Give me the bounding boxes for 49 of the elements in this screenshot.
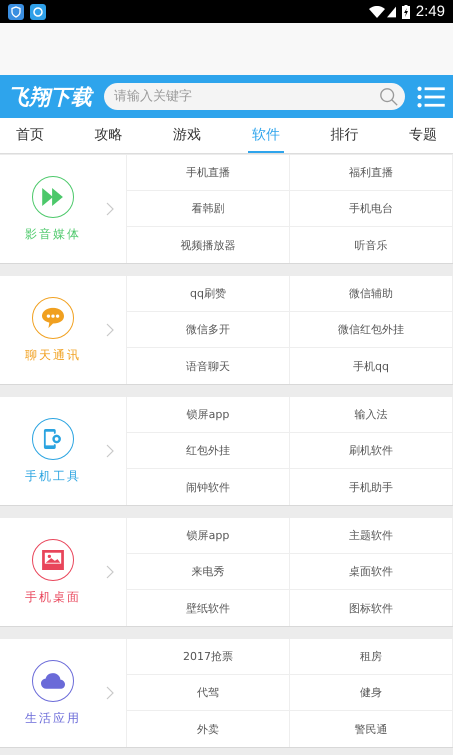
subcategory-link[interactable]: 主题软件 [290,518,453,554]
search-field[interactable]: 请输入关键字 [104,83,405,110]
subcategory-link[interactable]: 红包外挂 [127,433,290,469]
nav-tab[interactable]: 攻略 [90,118,127,153]
clock-time: 2:49 [416,3,445,20]
subcategory-link[interactable]: 代驾 [127,675,290,711]
subcategory-link[interactable]: 微信辅助 [290,276,453,312]
subcategory-link[interactable]: 租房 [290,639,453,675]
subcategory-link[interactable]: 桌面软件 [290,554,453,590]
subcategory-link[interactable]: 锁屏app [127,397,290,433]
subcategory-link[interactable]: 输入法 [290,397,453,433]
subcategory-link[interactable]: 手机直播 [127,155,290,191]
subcategory-link[interactable]: 福利直播 [290,155,453,191]
chevron-right-icon [106,686,114,700]
subcategory-link[interactable]: 2017抢票 [127,639,290,675]
category-name: 影音媒体 [25,226,81,242]
menu-icon[interactable] [417,86,445,108]
chevron-right-icon [106,323,114,337]
chevron-right-icon [106,202,114,216]
subcategory-link[interactable]: 健身 [290,675,453,711]
subcategory-link[interactable]: qq刷赞 [127,276,290,312]
subcategory-link[interactable]: 刷机软件 [290,433,453,469]
refresh-icon [30,4,46,20]
battery-icon [402,4,410,18]
subcategory-link[interactable]: 手机电台 [290,191,453,227]
fast-forward-icon [42,188,64,206]
image-icon [42,550,64,570]
subcategory-link[interactable]: 微信多开 [127,312,290,348]
category-name: 生活应用 [25,710,81,726]
category-name: 聊天通讯 [25,346,81,364]
signal-icon [386,6,396,18]
subcategory-link[interactable]: 锁屏app [127,518,290,554]
chevron-right-icon [106,565,114,579]
chevron-right-icon [106,444,114,458]
category-name: 手机桌面 [25,588,81,606]
nav-tab[interactable]: 专题 [404,118,441,153]
shield-icon [8,4,24,20]
search-icon[interactable] [379,86,399,106]
phone-gear-icon [43,428,63,450]
subcategory-link[interactable]: 微信红包外挂 [290,312,453,348]
wifi-icon [368,6,385,18]
subcategory-link[interactable]: 来电秀 [127,554,290,590]
nav-tab[interactable]: 排行 [326,118,362,153]
nav-tab[interactable]: 首页 [12,118,48,153]
chat-bubble-icon [41,306,65,328]
cloud-icon [41,672,65,689]
category-name: 手机工具 [25,468,81,484]
nav-tab[interactable]: 游戏 [169,118,206,153]
subcategory-link[interactable]: 看韩剧 [127,191,290,227]
